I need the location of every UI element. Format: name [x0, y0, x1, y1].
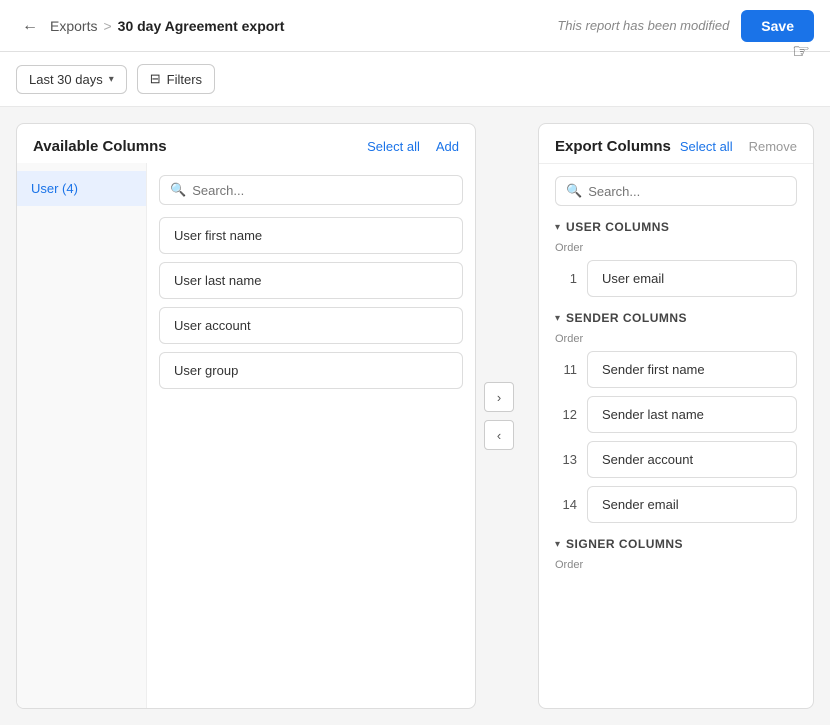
export-column-item[interactable]: Sender account [587, 441, 797, 478]
order-number: 14 [555, 497, 577, 512]
available-columns-search-input[interactable] [192, 183, 452, 198]
user-order-label: Order [555, 242, 797, 254]
left-panel-actions: Select all Add [367, 139, 459, 154]
filters-button[interactable]: ⊟ Filters [137, 64, 215, 94]
main-content: Available Columns Select all Add User (4… [0, 107, 830, 725]
modified-text: This report has been modified [557, 18, 729, 33]
table-row: 11 Sender first name [555, 351, 797, 388]
breadcrumb-exports[interactable]: Exports [50, 18, 97, 34]
export-select-all-link[interactable]: Select all [680, 139, 733, 154]
list-item[interactable]: User group [159, 352, 463, 389]
table-row: 13 Sender account [555, 441, 797, 478]
chevron-down-icon: ▾ [109, 74, 114, 85]
back-button[interactable]: ← [16, 12, 44, 40]
list-item[interactable]: User account [159, 307, 463, 344]
available-columns-search[interactable]: 🔍 [159, 175, 463, 205]
select-all-link[interactable]: Select all [367, 139, 420, 154]
transfer-arrows: › ‹ [476, 123, 522, 709]
right-panel-header: Export Columns Select all Remove [539, 124, 813, 164]
breadcrumb-current: 30 day Agreement export [118, 18, 285, 34]
search-icon: 🔍 [566, 183, 582, 199]
signer-columns-section-header: ▾ SIGNER COLUMNS [555, 537, 797, 551]
left-panel-body: User (4) 🔍 User first name User last nam… [17, 163, 475, 708]
move-right-button[interactable]: › [484, 382, 514, 412]
order-number: 1 [555, 271, 577, 286]
left-panel-header: Available Columns Select all Add [17, 124, 475, 163]
remove-link[interactable]: Remove [749, 139, 797, 154]
signer-columns-title: SIGNER COLUMNS [566, 537, 683, 551]
user-columns-title: USER COLUMNS [566, 220, 669, 234]
signer-order-label: Order [555, 559, 797, 571]
table-row: 12 Sender last name [555, 396, 797, 433]
date-range-label: Last 30 days [29, 72, 103, 87]
table-row: 1 User email [555, 260, 797, 297]
move-left-button[interactable]: ‹ [484, 420, 514, 450]
top-bar-right: This report has been modified Save ☞ [557, 10, 814, 42]
order-number: 13 [555, 452, 577, 467]
sender-columns-chevron[interactable]: ▾ [555, 313, 560, 324]
category-sidebar: User (4) [17, 163, 147, 708]
order-number: 12 [555, 407, 577, 422]
hand-cursor-icon: ☞ [792, 39, 810, 64]
breadcrumb: ← Exports > 30 day Agreement export [16, 12, 284, 40]
export-columns-panel: Export Columns Select all Remove 🔍 ▾ USE… [538, 123, 814, 709]
sender-columns-title: SENDER COLUMNS [566, 311, 687, 325]
date-range-dropdown[interactable]: Last 30 days ▾ [16, 65, 127, 94]
user-columns-chevron[interactable]: ▾ [555, 222, 560, 233]
export-columns-search-input[interactable] [588, 184, 786, 199]
right-panel-actions: Select all Remove [680, 139, 797, 154]
sender-order-label: Order [555, 333, 797, 345]
export-column-item[interactable]: Sender last name [587, 396, 797, 433]
sender-columns-section-header: ▾ SENDER COLUMNS [555, 311, 797, 325]
search-icon: 🔍 [170, 182, 186, 198]
export-columns-search[interactable]: 🔍 [555, 176, 797, 206]
filters-bar: Last 30 days ▾ ⊟ Filters [0, 52, 830, 107]
user-columns-section-header: ▾ USER COLUMNS [555, 220, 797, 234]
list-item[interactable]: User last name [159, 262, 463, 299]
signer-columns-chevron[interactable]: ▾ [555, 539, 560, 550]
export-columns-title: Export Columns [555, 138, 671, 155]
add-link[interactable]: Add [436, 139, 459, 154]
category-user[interactable]: User (4) [17, 171, 146, 206]
chevron-left-icon: ‹ [497, 428, 501, 443]
filters-label: Filters [167, 72, 202, 87]
export-column-item[interactable]: User email [587, 260, 797, 297]
chevron-right-icon: › [497, 390, 501, 405]
list-item[interactable]: User first name [159, 217, 463, 254]
save-button[interactable]: Save [741, 10, 814, 42]
right-panel-body[interactable]: 🔍 ▾ USER COLUMNS Order 1 User email ▾ SE… [539, 164, 813, 708]
export-column-item[interactable]: Sender first name [587, 351, 797, 388]
order-number: 11 [555, 362, 577, 377]
table-row: 14 Sender email [555, 486, 797, 523]
available-columns-title: Available Columns [33, 138, 167, 155]
breadcrumb-separator: > [103, 18, 111, 34]
columns-list: 🔍 User first name User last name User ac… [147, 163, 475, 708]
top-bar: ← Exports > 30 day Agreement export This… [0, 0, 830, 52]
available-columns-panel: Available Columns Select all Add User (4… [16, 123, 476, 709]
save-button-container: Save ☞ [741, 10, 814, 42]
filter-icon: ⊟ [150, 71, 161, 87]
export-column-item[interactable]: Sender email [587, 486, 797, 523]
